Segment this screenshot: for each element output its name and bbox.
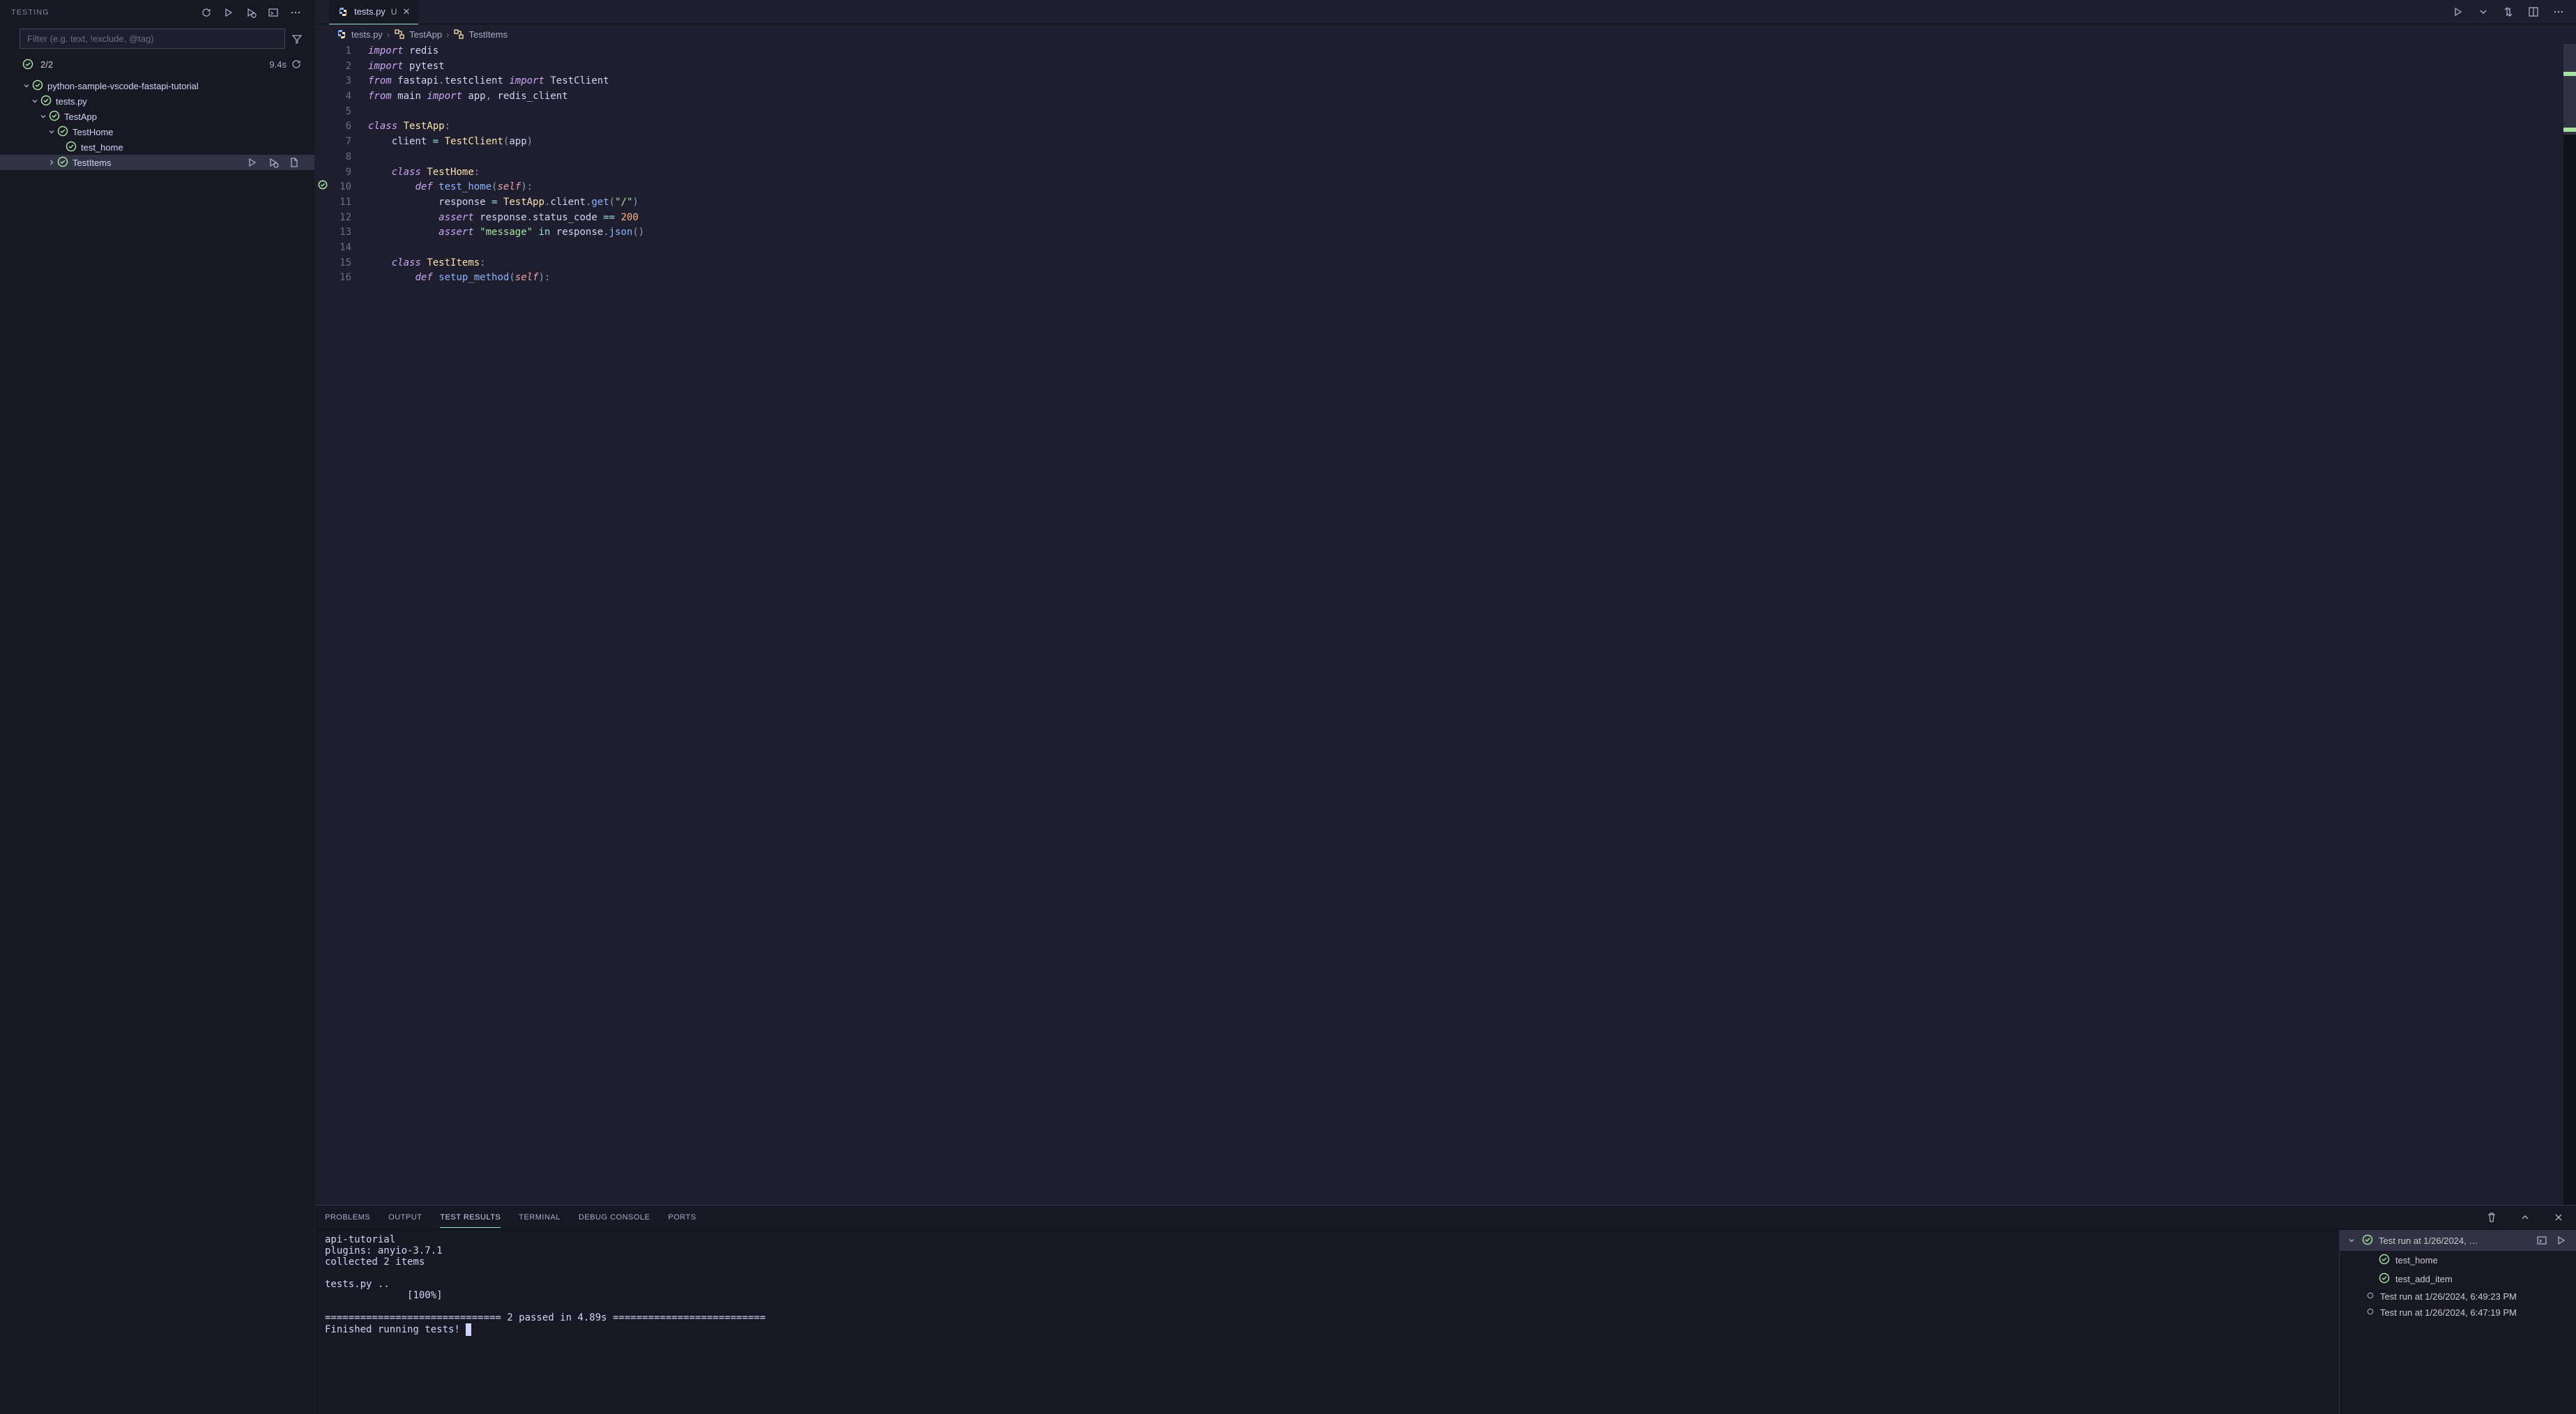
pass-icon (66, 141, 77, 154)
run-label: Test run at 1/26/2024, 6:47:19 PM (2380, 1307, 2569, 1318)
pass-icon (49, 110, 60, 123)
panel-tabs: PROBLEMS OUTPUT TEST RESULTS TERMINAL DEBUG … (315, 1206, 2576, 1230)
run-row[interactable]: Test run at 1/26/2024, 6:49:23 PM (2340, 1288, 2576, 1305)
close-icon[interactable]: ✕ (402, 6, 410, 17)
run-icon[interactable] (245, 155, 260, 170)
tree-label: TestItems (73, 158, 112, 168)
panel-tab-debug-console[interactable]: DEBUG CONSOLE (579, 1208, 650, 1227)
line-gutter: 12345678910111213141516 (315, 44, 364, 286)
cursor (466, 1323, 471, 1336)
debug-all-icon[interactable] (243, 5, 259, 20)
debug-icon[interactable] (266, 155, 281, 170)
run-label: Test run at 1/26/2024, 6:49:23 PM (2380, 1291, 2569, 1302)
tree-label: python-sample-vscode-fastapi-tutorial (47, 81, 199, 91)
panel-tab-test-results[interactable]: TEST RESULTS (440, 1208, 501, 1228)
tree-item[interactable]: test_home (0, 139, 314, 155)
run-label: test_add_item (2395, 1274, 2569, 1284)
tab-name: tests.py (354, 6, 386, 17)
split-editor-icon[interactable] (2526, 4, 2541, 20)
breadcrumbs[interactable]: tests.py › TestApp › TestItems (315, 24, 2576, 44)
panel-tab-ports[interactable]: PORTS (668, 1208, 696, 1227)
more-icon[interactable] (288, 5, 303, 20)
status-icon (2362, 1234, 2373, 1247)
rerun-icon[interactable] (291, 59, 302, 70)
chevron-icon[interactable] (46, 158, 57, 167)
status-icon (2379, 1272, 2390, 1286)
run-row[interactable]: test_home (2340, 1251, 2576, 1270)
editor-tabs: tests.py U ✕ (315, 0, 2576, 24)
tree-label: test_home (81, 142, 123, 153)
run-label: test_home (2395, 1255, 2569, 1265)
status-icon (2379, 1254, 2390, 1267)
chevron-icon[interactable] (29, 97, 40, 105)
panel-tab-output[interactable]: OUTPUT (388, 1208, 422, 1227)
chevron-icon[interactable] (38, 112, 49, 121)
python-icon (337, 6, 349, 17)
status-icon (2366, 1307, 2375, 1318)
run-duration: 9.4s (269, 59, 287, 70)
panel-tab-terminal[interactable]: TERMINAL (519, 1208, 561, 1227)
breadcrumb-class: TestApp (409, 29, 442, 40)
status-icon (2366, 1291, 2375, 1302)
minimap[interactable] (2563, 44, 2576, 1205)
pass-icon (32, 79, 43, 93)
show-output-icon[interactable] (2534, 1233, 2550, 1248)
minimap-marker (2563, 128, 2576, 132)
close-panel-icon[interactable] (2551, 1210, 2566, 1225)
filter-input[interactable] (20, 29, 285, 49)
class-icon (394, 29, 405, 40)
pass-icon (57, 126, 68, 139)
tree-label: TestHome (73, 127, 114, 137)
tree-item[interactable]: TestItems (0, 155, 314, 170)
run-row[interactable]: Test run at 1/26/2024, 6:47:19 PM (2340, 1305, 2576, 1321)
tree-item[interactable]: tests.py (0, 93, 314, 109)
chevron-icon[interactable] (21, 82, 32, 90)
run-all-icon[interactable] (221, 5, 236, 20)
compare-icon[interactable] (2501, 4, 2516, 20)
tab-tests-py[interactable]: tests.py U ✕ (329, 0, 418, 24)
refresh-icon[interactable] (199, 5, 214, 20)
trash-icon[interactable] (2484, 1210, 2499, 1225)
chevron-right-icon: › (446, 29, 449, 40)
sidebar-title: TESTING (11, 8, 199, 17)
tree-item[interactable]: TestApp (0, 109, 314, 124)
testing-sidebar: TESTING 2/2 9.4s python-sample-vscod (0, 0, 315, 1414)
chevron-right-icon: › (387, 29, 390, 40)
run-icon[interactable] (2554, 1233, 2569, 1248)
chevron-icon[interactable] (46, 128, 57, 136)
class-icon (453, 29, 464, 40)
python-icon (336, 29, 347, 40)
test-tree: python-sample-vscode-fastapi-tutorial tes… (0, 75, 314, 1414)
test-output[interactable]: api-tutorial plugins: anyio-3.7.1 collec… (315, 1230, 2339, 1414)
show-output-icon[interactable] (266, 5, 281, 20)
tree-label: TestApp (64, 112, 97, 122)
run-dropdown-icon[interactable] (2476, 4, 2491, 20)
pass-count: 2/2 (40, 59, 53, 70)
tree-item[interactable]: TestHome (0, 124, 314, 139)
run-row[interactable]: Test run at 1/26/2024, … (2340, 1230, 2576, 1251)
filter-icon[interactable] (289, 31, 305, 47)
goto-file-icon[interactable] (287, 155, 302, 170)
collapse-icon[interactable] (2517, 1210, 2533, 1225)
pass-icon (40, 95, 52, 108)
editor-more-icon[interactable] (2551, 4, 2566, 20)
breadcrumb-file: tests.py (351, 29, 383, 40)
run-label: Test run at 1/26/2024, … (2379, 1236, 2529, 1246)
code-editor[interactable]: import redisimport pytestfrom fastapi.te… (364, 44, 644, 286)
panel-tab-problems[interactable]: PROBLEMS (325, 1208, 370, 1227)
run-row[interactable]: test_add_item (2340, 1270, 2576, 1288)
breadcrumb-subclass: TestItems (468, 29, 508, 40)
pass-icon (22, 59, 33, 70)
tree-item[interactable]: python-sample-vscode-fastapi-tutorial (0, 78, 314, 93)
test-runs-list: Test run at 1/26/2024, … test_home test_ad… (2339, 1230, 2576, 1414)
pass-icon (57, 156, 68, 169)
minimap-thumb[interactable] (2563, 44, 2576, 135)
chevron-down-icon[interactable] (2347, 1236, 2356, 1245)
tab-modified: U (391, 7, 397, 17)
minimap-marker (2563, 72, 2576, 76)
run-icon[interactable] (2451, 4, 2466, 20)
test-pass-gutter-icon[interactable] (317, 180, 329, 195)
tree-label: tests.py (56, 96, 87, 107)
